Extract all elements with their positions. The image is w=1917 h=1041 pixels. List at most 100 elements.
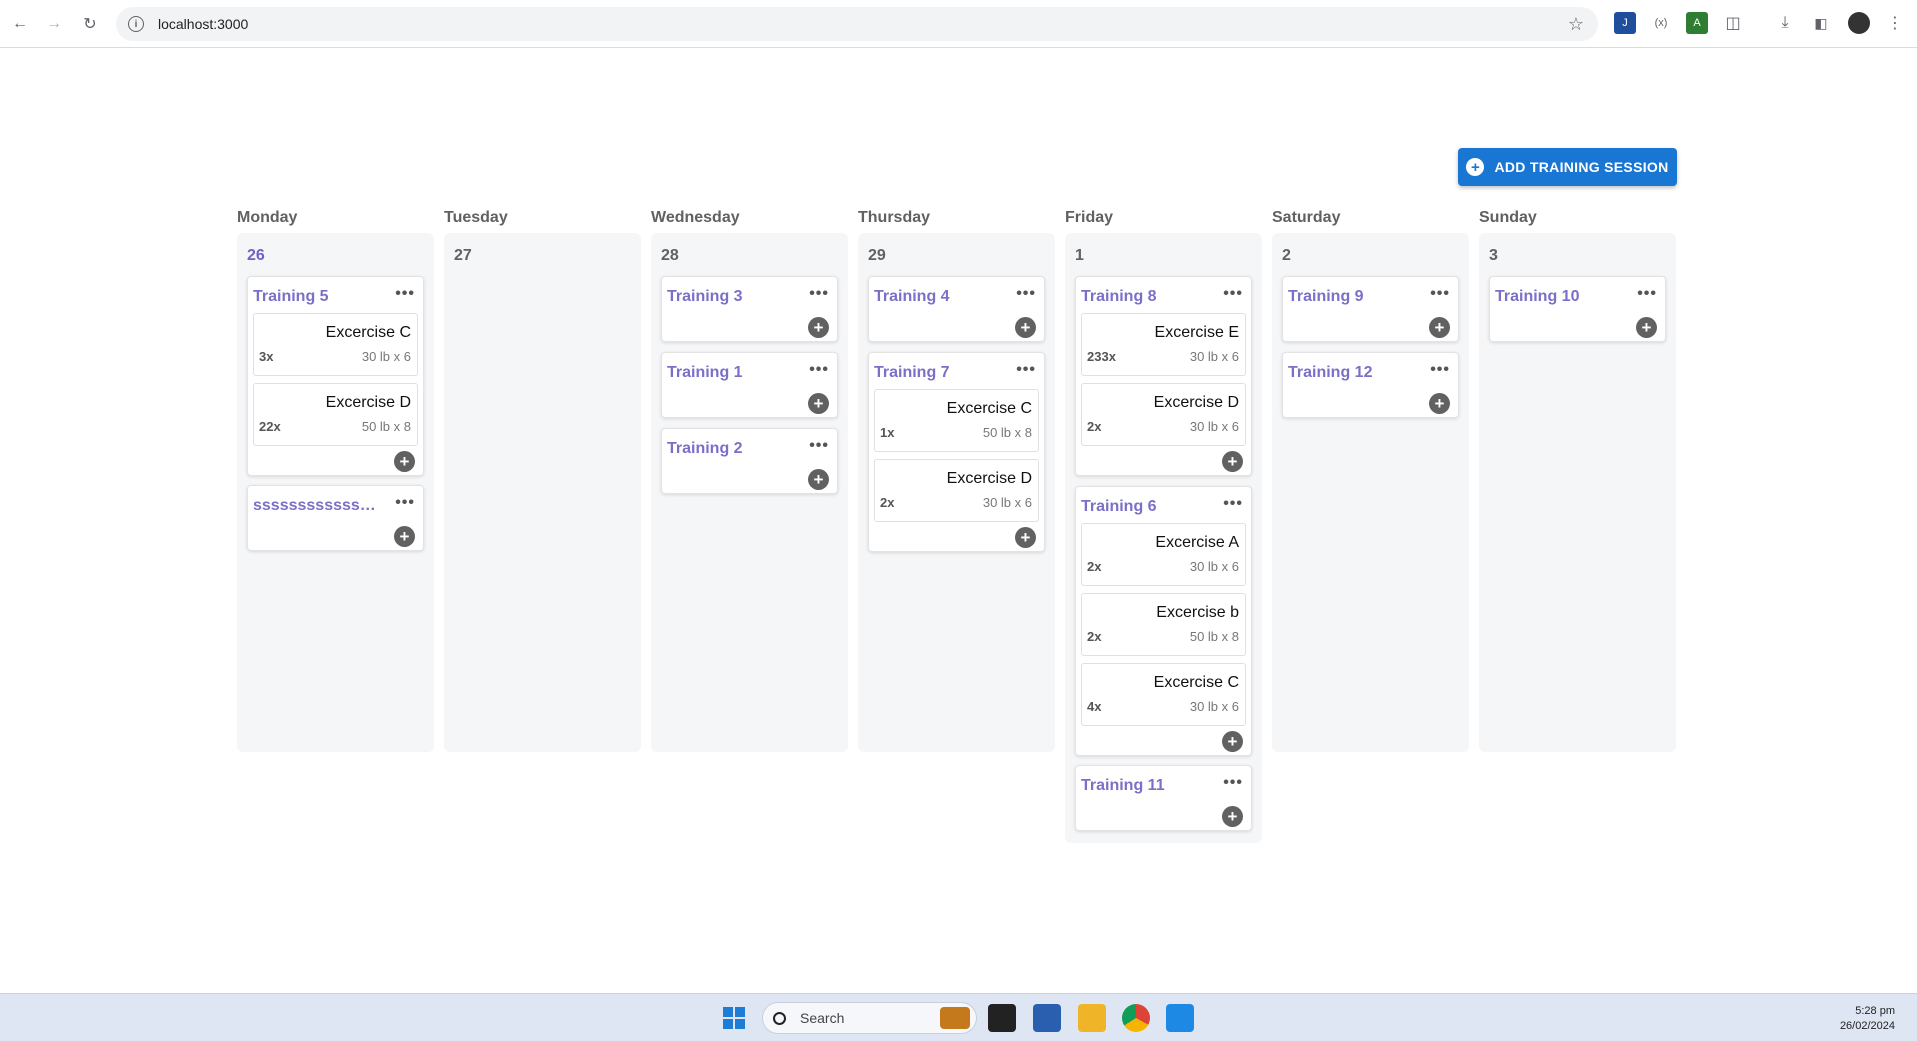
system-clock[interactable]: 5:28 pm 26/02/2024 (1840, 1004, 1895, 1034)
session-title[interactable]: Training 8 (1081, 288, 1211, 306)
session-title[interactable]: Training 3 (667, 288, 797, 306)
more-options-icon[interactable]: ••• (1430, 361, 1450, 379)
add-exercise-icon[interactable]: + (808, 393, 829, 414)
more-options-icon[interactable]: ••• (1223, 495, 1243, 513)
training-session-card[interactable]: Training 2 ••• + (661, 428, 838, 494)
day-column-thursday[interactable]: 29 Training 4 ••• + Training 7 ••• Excer… (858, 233, 1055, 752)
more-options-icon[interactable]: ••• (1223, 774, 1243, 792)
forward-icon[interactable]: → (42, 12, 66, 36)
add-exercise-icon[interactable]: + (1222, 731, 1243, 752)
more-options-icon[interactable]: ••• (809, 437, 829, 455)
exercise-card[interactable]: Excercise C 4x 30 lb x 6 (1081, 663, 1246, 726)
training-session-card[interactable]: Training 7 ••• Excercise C 1x 50 lb x 8 … (868, 352, 1045, 552)
session-title[interactable]: sssssssssssssss (253, 497, 383, 515)
address-bar[interactable]: i localhost:3000 ☆ (116, 7, 1598, 41)
exercise-count: 2x (880, 495, 895, 510)
session-title[interactable]: Training 2 (667, 440, 797, 458)
session-title[interactable]: Training 12 (1288, 364, 1418, 382)
day-column-sunday[interactable]: 3 Training 10 ••• + (1479, 233, 1676, 752)
more-options-icon[interactable]: ••• (809, 285, 829, 303)
day-column-friday[interactable]: 1 Training 8 ••• Excercise E 233x 30 lb … (1065, 233, 1262, 843)
add-exercise-icon[interactable]: + (1222, 806, 1243, 827)
more-options-icon[interactable]: ••• (1016, 285, 1036, 303)
session-title[interactable]: Training 5 (253, 288, 383, 306)
session-title[interactable]: Training 4 (874, 288, 1004, 306)
day-number: 1 (1075, 247, 1084, 264)
download-icon[interactable]: ⤓ (1774, 12, 1796, 34)
add-exercise-icon[interactable]: + (1015, 317, 1036, 338)
taskbar-search[interactable]: Search (762, 1002, 977, 1034)
training-session-card[interactable]: Training 8 ••• Excercise E 233x 30 lb x … (1075, 276, 1252, 476)
add-training-session-button[interactable]: + ADD TRAINING SESSION (1458, 148, 1677, 186)
training-session-card[interactable]: Training 10 ••• + (1489, 276, 1666, 342)
browser-menu-icon[interactable]: ⋮ (1884, 12, 1906, 34)
add-exercise-icon[interactable]: + (394, 451, 415, 472)
exercise-card[interactable]: Excercise b 2x 50 lb x 8 (1081, 593, 1246, 656)
site-info-icon[interactable]: i (128, 16, 144, 32)
exercise-card[interactable]: Excercise C 3x 30 lb x 6 (253, 313, 418, 376)
more-options-icon[interactable]: ••• (1430, 285, 1450, 303)
day-column-tuesday[interactable]: 27 (444, 233, 641, 752)
more-options-icon[interactable]: ••• (395, 494, 415, 512)
clock-time: 5:28 pm (1855, 1005, 1895, 1017)
terminal-icon[interactable] (988, 1004, 1016, 1032)
add-exercise-icon[interactable]: + (808, 317, 829, 338)
bookmark-star-icon[interactable]: ☆ (1568, 14, 1584, 35)
day-number: 26 (247, 247, 265, 264)
exercise-card[interactable]: Excercise A 2x 30 lb x 6 (1081, 523, 1246, 586)
training-session-card[interactable]: Training 3 ••• + (661, 276, 838, 342)
profile-avatar[interactable] (1848, 12, 1870, 34)
more-options-icon[interactable]: ••• (1223, 285, 1243, 303)
more-options-icon[interactable]: ••• (395, 285, 415, 303)
more-options-icon[interactable]: ••• (809, 361, 829, 379)
more-options-icon[interactable]: ••• (1637, 285, 1657, 303)
side-panel-icon[interactable]: ◧ (1810, 12, 1832, 34)
exercise-card[interactable]: Excercise E 233x 30 lb x 6 (1081, 313, 1246, 376)
exercise-count: 2x (1087, 419, 1102, 434)
training-session-card[interactable]: sssssssssssssss ••• + (247, 485, 424, 551)
training-session-card[interactable]: Training 12 ••• + (1282, 352, 1459, 418)
session-title[interactable]: Training 10 (1495, 288, 1625, 306)
store-icon[interactable] (1033, 1004, 1061, 1032)
vscode-icon[interactable] (1166, 1004, 1194, 1032)
reload-icon[interactable]: ↻ (78, 12, 102, 36)
day-column-saturday[interactable]: 2 Training 9 ••• + Training 12 ••• + (1272, 233, 1469, 752)
exercise-card[interactable]: Excercise D 2x 30 lb x 6 (1081, 383, 1246, 446)
training-session-card[interactable]: Training 1 ••• + (661, 352, 838, 418)
session-title[interactable]: Training 11 (1081, 777, 1211, 795)
day-name-thursday: Thursday (858, 209, 931, 226)
training-session-card[interactable]: Training 9 ••• + (1282, 276, 1459, 342)
add-exercise-icon[interactable]: + (1429, 317, 1450, 338)
add-exercise-icon[interactable]: + (1429, 393, 1450, 414)
day-column-wednesday[interactable]: 28 Training 3 ••• + Training 1 ••• + Tra… (651, 233, 848, 752)
training-session-card[interactable]: Training 5 ••• Excercise C 3x 30 lb x 6 … (247, 276, 424, 476)
add-exercise-icon[interactable]: + (1015, 527, 1036, 548)
training-session-card[interactable]: Training 4 ••• + (868, 276, 1045, 342)
search-label: Search (800, 1010, 845, 1026)
more-options-icon[interactable]: ••• (1016, 361, 1036, 379)
exercise-card[interactable]: Excercise D 22x 50 lb x 8 (253, 383, 418, 446)
exercise-detail: 50 lb x 8 (361, 419, 411, 434)
extensions-puzzle-icon[interactable]: ◫ (1722, 12, 1744, 34)
chrome-icon[interactable] (1122, 1004, 1150, 1032)
day-column-monday[interactable]: 26 Training 5 ••• Excercise C 3x 30 lb x… (237, 233, 434, 752)
extension-icon[interactable]: J (1614, 12, 1636, 34)
add-exercise-icon[interactable]: + (1222, 451, 1243, 472)
exercise-card[interactable]: Excercise D 2x 30 lb x 6 (874, 459, 1039, 522)
training-session-card[interactable]: Training 6 ••• Excercise A 2x 30 lb x 6 … (1075, 486, 1252, 756)
add-exercise-icon[interactable]: + (808, 469, 829, 490)
session-title[interactable]: Training 1 (667, 364, 797, 382)
translate-extension-icon[interactable]: A (1686, 12, 1708, 34)
session-title[interactable]: Training 6 (1081, 498, 1211, 516)
training-session-card[interactable]: Training 11 ••• + (1075, 765, 1252, 831)
windows-start-icon[interactable] (720, 1004, 748, 1032)
back-icon[interactable]: ← (8, 12, 32, 36)
session-title[interactable]: Training 7 (874, 364, 1004, 382)
file-explorer-icon[interactable] (1078, 1004, 1106, 1032)
add-exercise-icon[interactable]: + (394, 526, 415, 547)
exercise-card[interactable]: Excercise C 1x 50 lb x 8 (874, 389, 1039, 452)
add-exercise-icon[interactable]: + (1636, 317, 1657, 338)
session-title[interactable]: Training 9 (1288, 288, 1418, 306)
extension-icon[interactable]: (x) (1650, 12, 1672, 34)
url-text[interactable]: localhost:3000 (158, 16, 248, 32)
